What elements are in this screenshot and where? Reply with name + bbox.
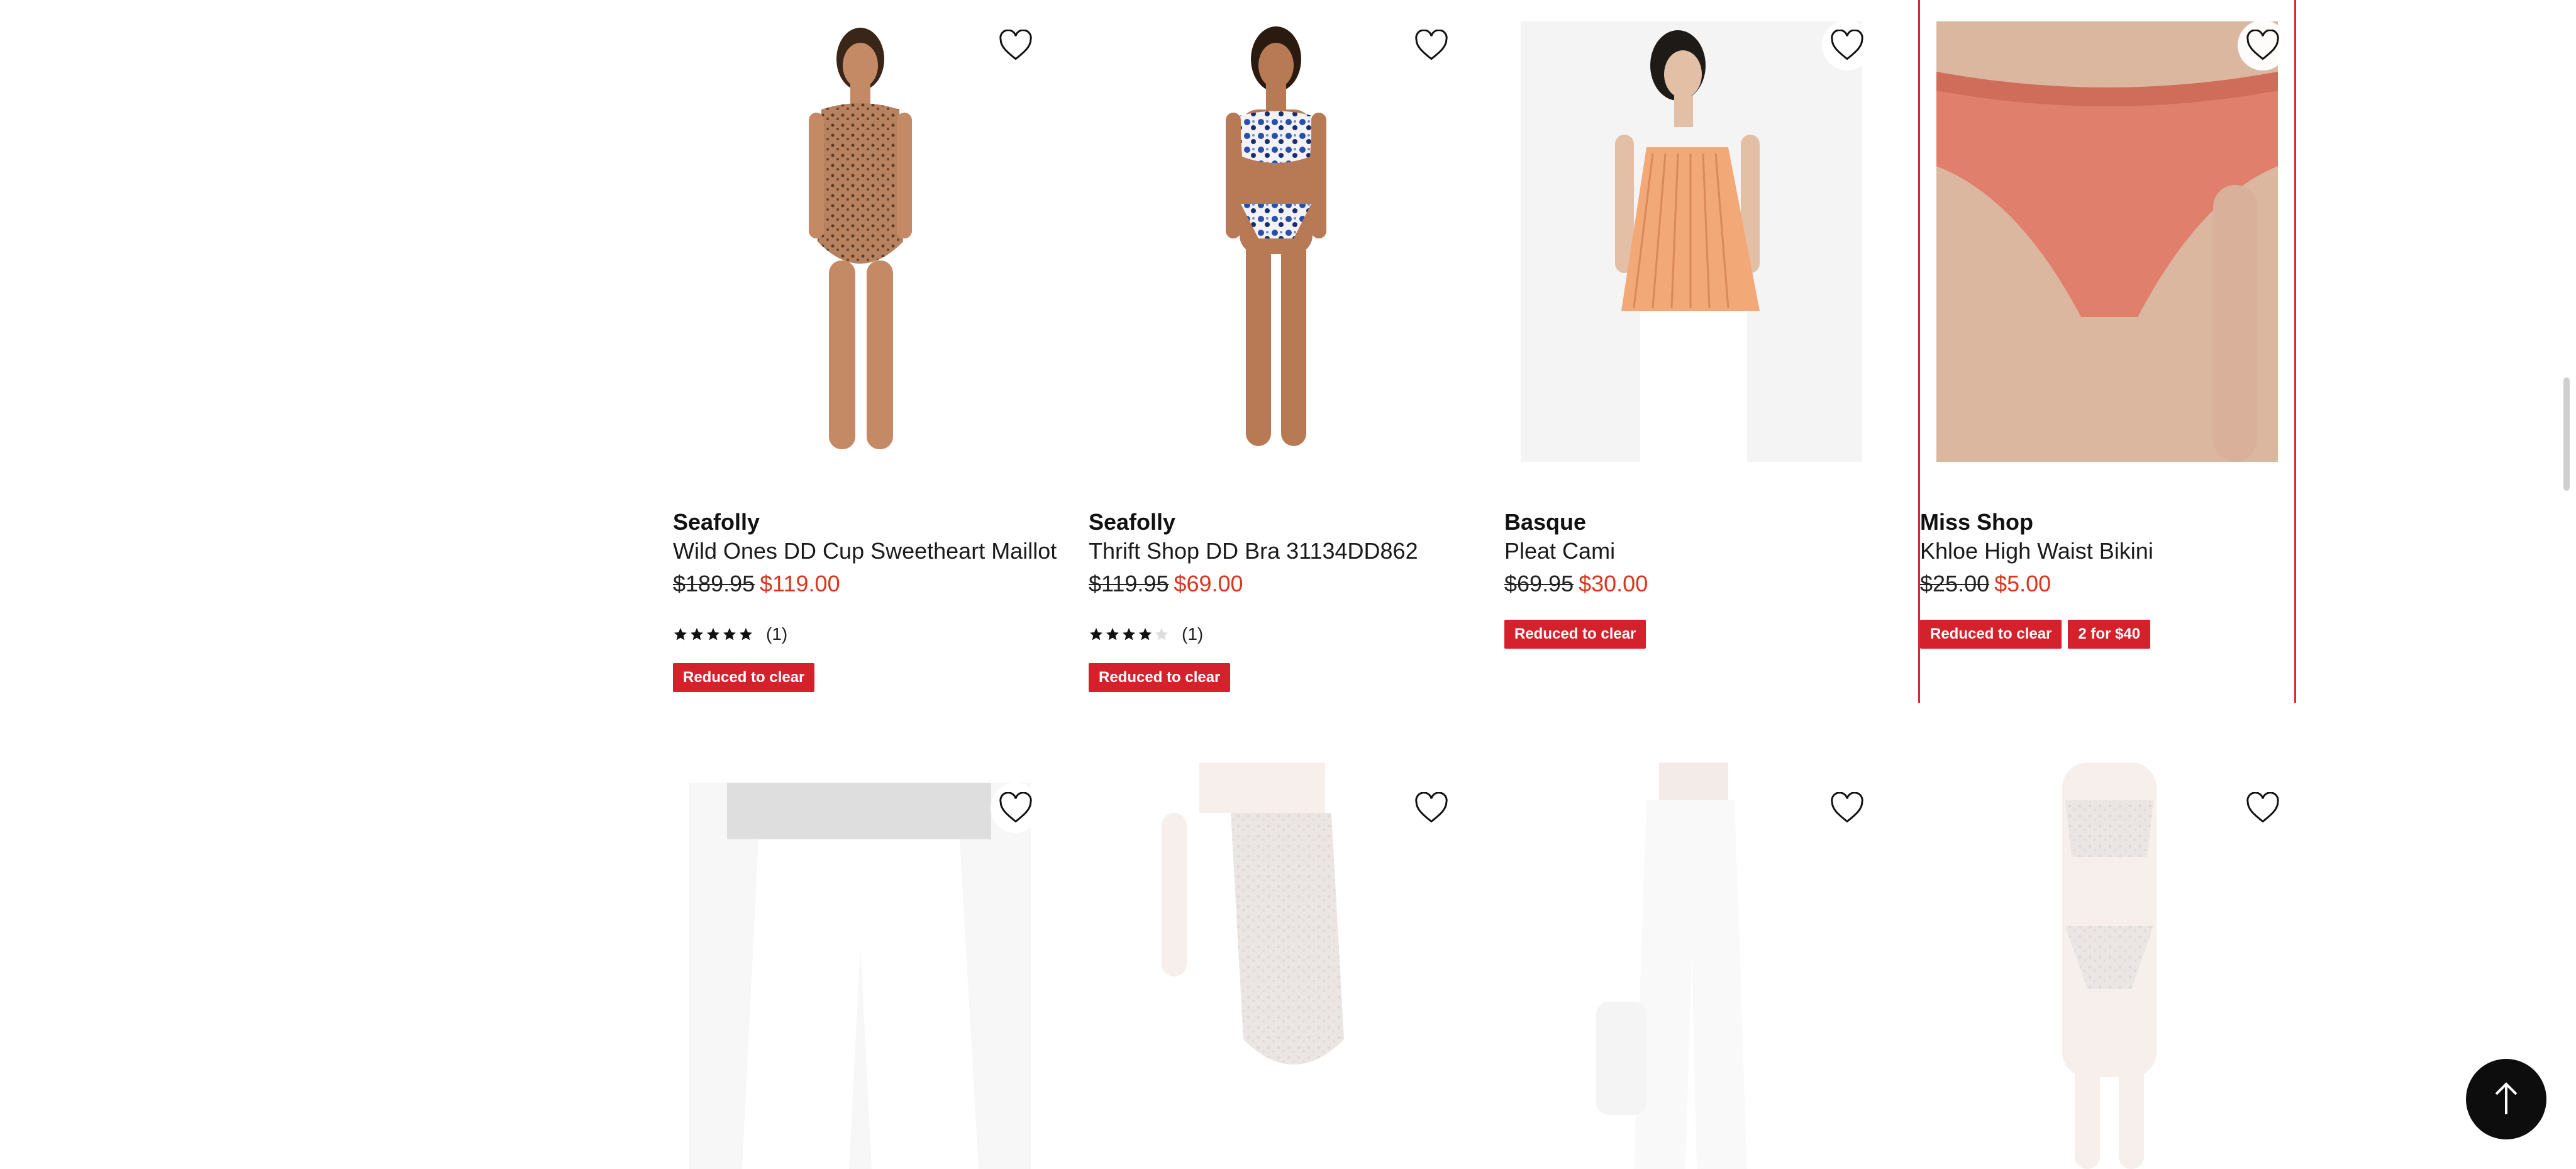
product-image[interactable] [673, 0, 1047, 491]
product-price: $119.95 $69.00 [1089, 570, 1243, 598]
add-to-wishlist-button[interactable] [991, 783, 1041, 833]
star-icon [1090, 628, 1102, 640]
product-image[interactable] [1504, 763, 1879, 1169]
product-brand[interactable]: Seafolly [673, 508, 760, 536]
heart-outline-icon [2246, 30, 2279, 60]
add-to-wishlist-button[interactable] [991, 20, 1041, 70]
product-image[interactable] [1089, 763, 1463, 1169]
product-rating[interactable]: (1) [1089, 623, 1203, 646]
product-image[interactable] [673, 763, 1047, 1169]
product-grid: Seafolly Wild Ones DD Cup Sweetheart Mai… [673, 0, 2296, 1169]
badge-row: Reduced to clear [1504, 620, 1646, 649]
heart-outline-icon [1831, 30, 1863, 60]
star-rating [673, 627, 753, 642]
sale-price: $119.00 [760, 571, 840, 596]
product-name[interactable]: Khloe High Waist Bikini [1920, 537, 2153, 565]
original-price: $119.95 [1089, 571, 1169, 596]
product-name[interactable]: Wild Ones DD Cup Sweetheart Maillot [673, 537, 1057, 565]
sale-price: $5.00 [1994, 571, 2051, 596]
add-to-wishlist-button[interactable] [1822, 20, 1872, 70]
back-to-top-button[interactable] [2466, 1059, 2546, 1139]
heart-outline-icon [1415, 30, 1448, 60]
product-name[interactable]: Pleat Cami [1504, 537, 1615, 565]
sale-price: $69.00 [1174, 571, 1243, 596]
star-icon [691, 628, 703, 640]
product-price: $25.00 $5.00 [1920, 570, 2051, 598]
heart-outline-icon [2246, 792, 2279, 823]
add-to-wishlist-button[interactable] [1406, 20, 1457, 70]
product-card[interactable]: Seafolly Thrift Shop DD Bra 31134DD862 $… [1089, 0, 1463, 705]
star-icon [1106, 628, 1119, 640]
product-brand[interactable]: Miss Shop [1920, 508, 2033, 536]
heart-outline-icon [1831, 792, 1863, 823]
high-waist-bikini-image [1936, 21, 2278, 462]
white-pants-image [689, 783, 1031, 1169]
product-card[interactable]: Basque Pleat Cami $69.95 $30.00 Reduced t… [1504, 0, 1879, 705]
page-scrollbar[interactable] [2563, 378, 2570, 491]
badge-row: Reduced to clear [1089, 663, 1231, 692]
review-count: (1) [1182, 624, 1204, 644]
star-rating [1089, 627, 1169, 642]
original-price: $189.95 [673, 571, 755, 596]
product-brand[interactable]: Seafolly [1089, 508, 1175, 536]
star-empty-icon [1155, 628, 1168, 640]
star-icon [740, 628, 752, 640]
product-image[interactable] [1920, 763, 2294, 1169]
leopard-swimsuit-image [809, 28, 912, 449]
product-image[interactable] [1920, 0, 2294, 491]
add-to-wishlist-button[interactable] [2238, 20, 2288, 70]
product-card[interactable] [1920, 763, 2294, 1169]
leopard-bikini-image [2062, 763, 2157, 1169]
product-image[interactable] [1504, 0, 1879, 491]
product-card[interactable]: Seafolly Wild Ones DD Cup Sweetheart Mai… [673, 0, 1057, 705]
sale-price: $30.00 [1579, 571, 1648, 596]
product-name[interactable]: Thrift Shop DD Bra 31134DD862 [1089, 537, 1418, 565]
heart-outline-icon [1415, 792, 1448, 823]
badge-row: Reduced to clear [673, 663, 815, 692]
reduced-to-clear-badge: Reduced to clear [1504, 620, 1646, 649]
product-card[interactable] [673, 763, 1047, 1169]
review-count: (1) [766, 624, 788, 644]
add-to-wishlist-button[interactable] [1822, 783, 1872, 833]
product-card[interactable] [1089, 763, 1463, 1169]
original-price: $25.00 [1920, 571, 1990, 596]
product-card[interactable] [1504, 763, 1879, 1169]
multibuy-offer-badge: 2 for $40 [2068, 620, 2151, 649]
star-icon [723, 628, 736, 640]
reduced-to-clear-badge: Reduced to clear [1089, 663, 1231, 692]
arrow-up-icon [2495, 1082, 2518, 1114]
floral-bikini-image [1226, 26, 1326, 446]
product-image[interactable] [1089, 0, 1463, 491]
product-price: $69.95 $30.00 [1504, 570, 1648, 598]
add-to-wishlist-button[interactable] [1406, 783, 1457, 833]
badge-row: Reduced to clear 2 for $40 [1920, 620, 2151, 649]
product-card-hovered[interactable]: Miss Shop Khloe High Waist Bikini $25.00… [1918, 0, 2296, 703]
product-brand[interactable]: Basque [1504, 508, 1586, 536]
product-price: $189.95 $119.00 [673, 570, 840, 598]
add-to-wishlist-button[interactable] [2238, 783, 2288, 833]
heart-outline-icon [999, 30, 1032, 60]
heart-outline-icon [999, 792, 1032, 823]
reduced-to-clear-badge: Reduced to clear [673, 663, 815, 692]
white-jumpsuit-image [1596, 763, 1747, 1169]
star-icon [1123, 628, 1135, 640]
leopard-bodysuit-image [1162, 763, 1344, 1065]
pleat-cami-image [1521, 21, 1862, 462]
product-rating[interactable]: (1) [673, 623, 787, 646]
original-price: $69.95 [1504, 571, 1574, 596]
reduced-to-clear-badge: Reduced to clear [1920, 620, 2062, 649]
star-icon [707, 628, 719, 640]
star-icon [1139, 628, 1152, 640]
star-icon [674, 628, 687, 640]
